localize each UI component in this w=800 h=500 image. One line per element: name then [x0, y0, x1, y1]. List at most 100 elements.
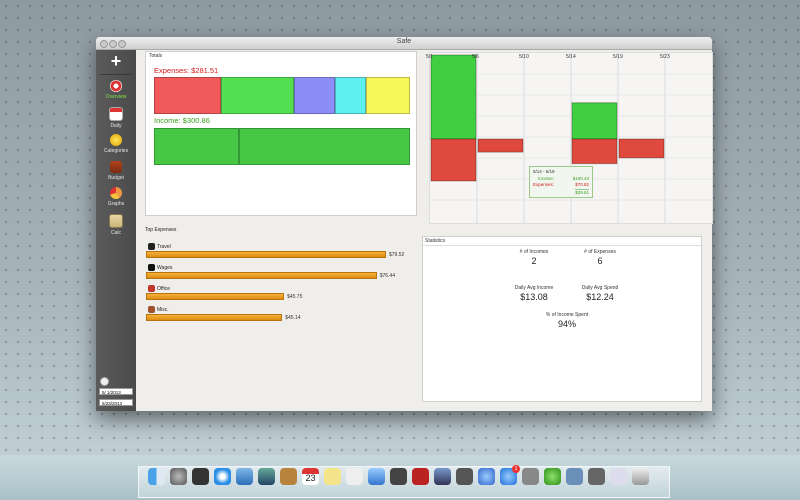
chart-tick-label: 5/10: [519, 54, 529, 60]
top-expense-row[interactable]: Wages $76.44: [146, 264, 416, 284]
sidebar: + Overview Daily Categories Budget Graph…: [96, 50, 136, 411]
tooltip-expenses-label: Expenses:: [533, 182, 555, 187]
trash-icon[interactable]: [632, 468, 649, 485]
xcode-icon[interactable]: [566, 468, 583, 485]
reminders-icon[interactable]: [346, 468, 363, 485]
mail-icon[interactable]: [236, 468, 253, 485]
top-expense-value: $45.75: [287, 294, 303, 300]
system-preferences-icon[interactable]: [522, 468, 539, 485]
chart-tick-label: 5/23: [660, 54, 670, 60]
top-expense-name: Misc.: [157, 307, 169, 313]
statistics-title: Statistics: [425, 238, 446, 244]
sidebar-divider: [100, 74, 132, 75]
expenses-total-label: Expenses: $281.51: [154, 66, 219, 75]
expense-segment-1[interactable]: [221, 77, 295, 114]
sidebar-item-label: Calc: [110, 230, 121, 236]
expense-bar[interactable]: [571, 138, 618, 165]
sidebar-item-label: Daily: [110, 123, 122, 129]
dashboard-icon[interactable]: [192, 468, 209, 485]
top-expense-bar: [146, 251, 386, 258]
expense-bar[interactable]: [477, 138, 524, 153]
sidebar-item-daily[interactable]: Daily: [96, 107, 136, 129]
income-segment-1[interactable]: [239, 128, 410, 165]
sidebar-item-graphs[interactable]: Graphs: [96, 187, 136, 207]
top-expense-name: Office: [157, 286, 170, 292]
expense-segment-2[interactable]: [294, 77, 335, 114]
imovie-icon[interactable]: [456, 468, 473, 485]
overview-chart: 5/1 5/6 5/10 5/14 5/19 5/23: [426, 52, 713, 224]
facetime-icon[interactable]: [390, 468, 407, 485]
finder-icon[interactable]: [148, 468, 165, 485]
expenses-bar: [154, 77, 410, 114]
tooltip-expenses-value: $70.82: [575, 182, 589, 187]
income-bar[interactable]: [571, 102, 618, 140]
tooltip-range: 5/14 - 5/19: [533, 169, 555, 174]
calculator-icon: [109, 214, 123, 228]
tooltip-net-value: $29.61: [575, 189, 589, 195]
income-segment-0[interactable]: [154, 128, 240, 165]
spotify-icon[interactable]: [544, 468, 561, 485]
itunes-icon[interactable]: [478, 468, 495, 485]
top-expense-row[interactable]: Misc. $45.14: [146, 306, 416, 326]
sidebar-item-budget[interactable]: Budget: [96, 161, 136, 181]
office-icon: [148, 285, 155, 292]
tooltip-income-value: $100.43: [572, 176, 589, 181]
window-title: Safe: [396, 38, 412, 45]
messages-icon[interactable]: [368, 468, 385, 485]
top-expense-value: $79.52: [389, 252, 405, 258]
briefcase-icon: [110, 161, 122, 173]
app-store-icon[interactable]: 1: [500, 465, 520, 485]
wages-icon: [148, 264, 155, 271]
expense-segment-3[interactable]: [334, 77, 366, 114]
top-expense-row[interactable]: Travel $79.52: [146, 243, 416, 263]
notes-icon[interactable]: [324, 468, 341, 485]
statistics-panel: Statistics # of Incomes 2 # of Expenses …: [422, 236, 702, 402]
sidebar-item-label: Budget: [108, 175, 124, 181]
travel-icon: [148, 243, 155, 250]
calendar-icon[interactable]: 23: [302, 468, 319, 485]
add-transaction-button[interactable]: +: [108, 52, 124, 70]
title-bar[interactable]: Safe: [96, 37, 712, 50]
chart-tick-label: 5/19: [613, 54, 623, 60]
photos-icon[interactable]: [258, 468, 275, 485]
iphoto-icon[interactable]: [434, 468, 451, 485]
top-expenses-title: Top Expenses: [145, 227, 177, 233]
contacts-icon[interactable]: [280, 468, 297, 485]
statistics-divider: [423, 245, 701, 246]
start-date-field[interactable]: 5/ 1/2013: [99, 388, 133, 395]
misc-icon: [148, 306, 155, 313]
safe-app-icon[interactable]: [588, 468, 605, 485]
top-expense-row[interactable]: Office $45.75: [146, 285, 416, 305]
daily-avg-spend-value: $12.24: [586, 292, 614, 302]
sidebar-item-calc[interactable]: Calc: [96, 214, 136, 236]
calendar-icon: [109, 107, 123, 121]
sidebar-item-categories[interactable]: Categories: [96, 134, 136, 154]
chart-tooltip: 5/14 - 5/19 Income: $100.43 Expenses: $7…: [529, 166, 593, 198]
end-date-field[interactable]: 5/23/2013: [99, 399, 133, 406]
chart-tick-label: 5/14: [566, 54, 576, 60]
num-expenses-value: 6: [597, 256, 603, 266]
preview-icon[interactable]: [610, 468, 627, 485]
top-expense-bar: [146, 272, 377, 279]
photo-booth-icon[interactable]: [412, 468, 429, 485]
pct-spent-label: % of Income Spent: [545, 312, 589, 318]
income-bar[interactable]: [430, 54, 477, 140]
date-range-toggle[interactable]: [100, 377, 109, 386]
safari-icon[interactable]: [214, 468, 231, 485]
sidebar-item-label: Graphs: [107, 201, 125, 207]
lightbulb-icon: [110, 134, 122, 146]
num-expenses-label: # of Expenses: [584, 249, 616, 255]
sidebar-item-overview[interactable]: Overview: [96, 80, 136, 100]
pct-spent-value: 94%: [557, 319, 576, 329]
expense-bar[interactable]: [430, 138, 477, 182]
launchpad-icon[interactable]: [170, 468, 187, 485]
expense-segment-0[interactable]: [154, 77, 222, 114]
expense-segment-4[interactable]: [365, 77, 410, 114]
top-expense-value: $45.14: [285, 315, 301, 321]
top-expense-name: Wages: [157, 265, 173, 271]
top-expense-name: Travel: [157, 244, 171, 250]
top-expense-value: $76.44: [379, 273, 395, 279]
top-expense-bar: [146, 314, 283, 321]
expense-bar[interactable]: [618, 138, 665, 159]
income-bar: [154, 128, 410, 165]
